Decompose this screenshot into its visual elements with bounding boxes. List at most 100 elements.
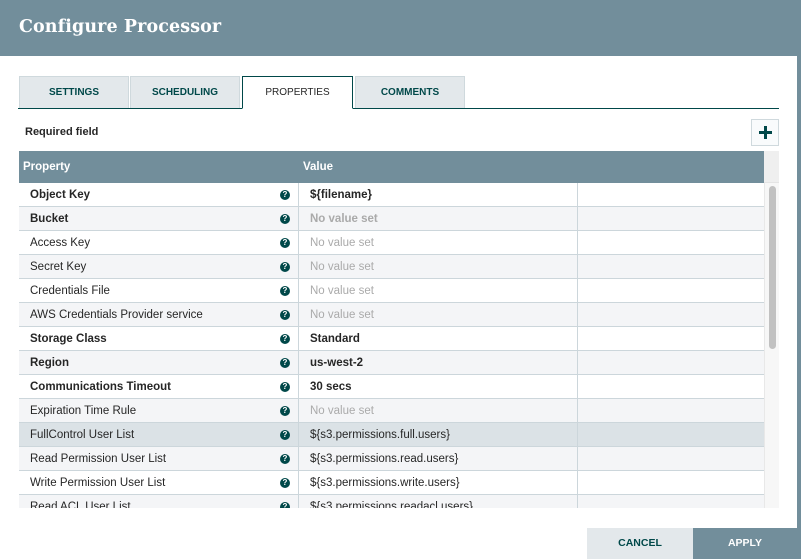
help-icon[interactable]: ?: [280, 310, 290, 320]
property-value[interactable]: ${s3.permissions.full.users}: [310, 429, 450, 441]
column-divider: [298, 255, 299, 279]
column-divider: [577, 447, 578, 471]
column-divider: [298, 207, 299, 231]
property-value[interactable]: No value set: [310, 285, 374, 297]
help-icon[interactable]: ?: [280, 454, 290, 464]
table-row[interactable]: Communications Timeout? 30 secs: [19, 375, 764, 399]
tab-comments[interactable]: COMMENTS: [355, 76, 465, 108]
property-value[interactable]: No value set: [310, 237, 374, 249]
scrollbar-thumb[interactable]: [769, 186, 776, 349]
help-icon[interactable]: ?: [280, 190, 290, 200]
property-value[interactable]: ${s3.permissions.readacl.users}: [310, 501, 473, 508]
property-name: Bucket: [30, 213, 69, 225]
column-divider: [298, 279, 299, 303]
cancel-button[interactable]: CANCEL: [587, 528, 693, 559]
property-value[interactable]: No value set: [310, 405, 374, 417]
table-row[interactable]: Secret Key? No value set: [19, 255, 764, 279]
table-row[interactable]: Write Permission User List? ${s3.permissi…: [19, 471, 764, 495]
column-divider: [577, 207, 578, 231]
tab-scheduling[interactable]: SCHEDULING: [130, 76, 240, 108]
property-value[interactable]: No value set: [310, 261, 374, 273]
column-divider: [298, 231, 299, 255]
help-icon[interactable]: ?: [280, 262, 290, 272]
table-body: Object Key? ${filename} Bucket? No value se…: [19, 183, 764, 508]
property-name: Read Permission User List: [30, 453, 167, 465]
column-header-value[interactable]: Value: [303, 161, 333, 173]
property-value[interactable]: No value set: [310, 213, 378, 225]
table-row[interactable]: Read ACL User List? ${s3.permissions.read…: [19, 495, 764, 508]
dialog-header: Configure Processor: [0, 0, 801, 56]
property-value[interactable]: Standard: [310, 333, 360, 345]
window-edge: [797, 0, 801, 559]
configure-processor-dialog: Configure Processor SETTINGS SCHEDULING …: [0, 0, 801, 559]
column-divider: [577, 423, 578, 447]
property-name: Object Key: [30, 189, 91, 201]
column-divider: [298, 447, 299, 471]
apply-button[interactable]: APPLY: [693, 528, 797, 559]
column-divider: [577, 231, 578, 255]
column-divider: [298, 183, 299, 207]
help-icon[interactable]: ?: [280, 502, 290, 508]
add-property-button[interactable]: [751, 119, 779, 146]
table-header: Property Value: [19, 151, 764, 183]
help-icon[interactable]: ?: [280, 382, 290, 392]
property-value[interactable]: 30 secs: [310, 381, 352, 393]
required-field-legend: Required field: [25, 126, 99, 138]
column-divider: [298, 303, 299, 327]
tab-properties[interactable]: PROPERTIES: [242, 76, 353, 109]
column-divider: [577, 279, 578, 303]
property-name: Expiration Time Rule: [30, 405, 137, 417]
column-divider: [298, 423, 299, 447]
table-row[interactable]: Region? us-west-2: [19, 351, 764, 375]
column-divider: [577, 399, 578, 423]
tab-settings[interactable]: SETTINGS: [19, 76, 129, 108]
table-scrollbar[interactable]: [764, 183, 779, 508]
column-divider: [577, 495, 578, 508]
property-name: FullControl User List: [30, 429, 135, 441]
column-divider: [577, 471, 578, 495]
property-name: Communications Timeout: [30, 381, 171, 393]
column-divider: [298, 471, 299, 495]
column-divider: [298, 495, 299, 508]
property-value[interactable]: ${s3.permissions.write.users}: [310, 477, 460, 489]
property-name: Storage Class: [30, 333, 107, 345]
property-name: Read ACL User List: [30, 501, 131, 508]
column-divider: [298, 351, 299, 375]
property-value[interactable]: ${s3.permissions.read.users}: [310, 453, 458, 465]
table-row[interactable]: Storage Class? Standard: [19, 327, 764, 351]
property-name: AWS Credentials Provider service: [30, 309, 203, 321]
plus-icon: [758, 126, 772, 139]
table-row[interactable]: Expiration Time Rule? No value set: [19, 399, 764, 423]
help-icon[interactable]: ?: [280, 286, 290, 296]
help-icon[interactable]: ?: [280, 358, 290, 368]
column-divider: [577, 303, 578, 327]
help-icon[interactable]: ?: [280, 214, 290, 224]
table-row[interactable]: Object Key? ${filename}: [19, 183, 764, 207]
column-divider: [577, 375, 578, 399]
column-divider: [577, 183, 578, 207]
help-icon[interactable]: ?: [280, 406, 290, 416]
column-divider: [577, 351, 578, 375]
table-row[interactable]: Bucket? No value set: [19, 207, 764, 231]
property-value[interactable]: No value set: [310, 309, 374, 321]
column-divider: [298, 375, 299, 399]
column-header-property[interactable]: Property: [23, 161, 70, 173]
property-value[interactable]: ${filename}: [310, 189, 372, 201]
property-name: Credentials File: [30, 285, 110, 297]
help-icon[interactable]: ?: [280, 238, 290, 248]
column-divider: [298, 399, 299, 423]
property-name: Access Key: [30, 237, 91, 249]
help-icon[interactable]: ?: [280, 430, 290, 440]
property-value[interactable]: us-west-2: [310, 357, 363, 369]
column-divider: [577, 255, 578, 279]
column-divider: [298, 327, 299, 351]
table-row[interactable]: Credentials File? No value set: [19, 279, 764, 303]
property-name: Write Permission User List: [30, 477, 166, 489]
table-row[interactable]: FullControl User List? ${s3.permissions.f…: [19, 423, 764, 447]
table-row[interactable]: Access Key? No value set: [19, 231, 764, 255]
table-row[interactable]: AWS Credentials Provider service? No valu…: [19, 303, 764, 327]
table-row[interactable]: Read Permission User List? ${s3.permissio…: [19, 447, 764, 471]
help-icon[interactable]: ?: [280, 478, 290, 488]
help-icon[interactable]: ?: [280, 334, 290, 344]
tab-bar: SETTINGS SCHEDULING PROPERTIES COMMENTS: [18, 76, 779, 109]
